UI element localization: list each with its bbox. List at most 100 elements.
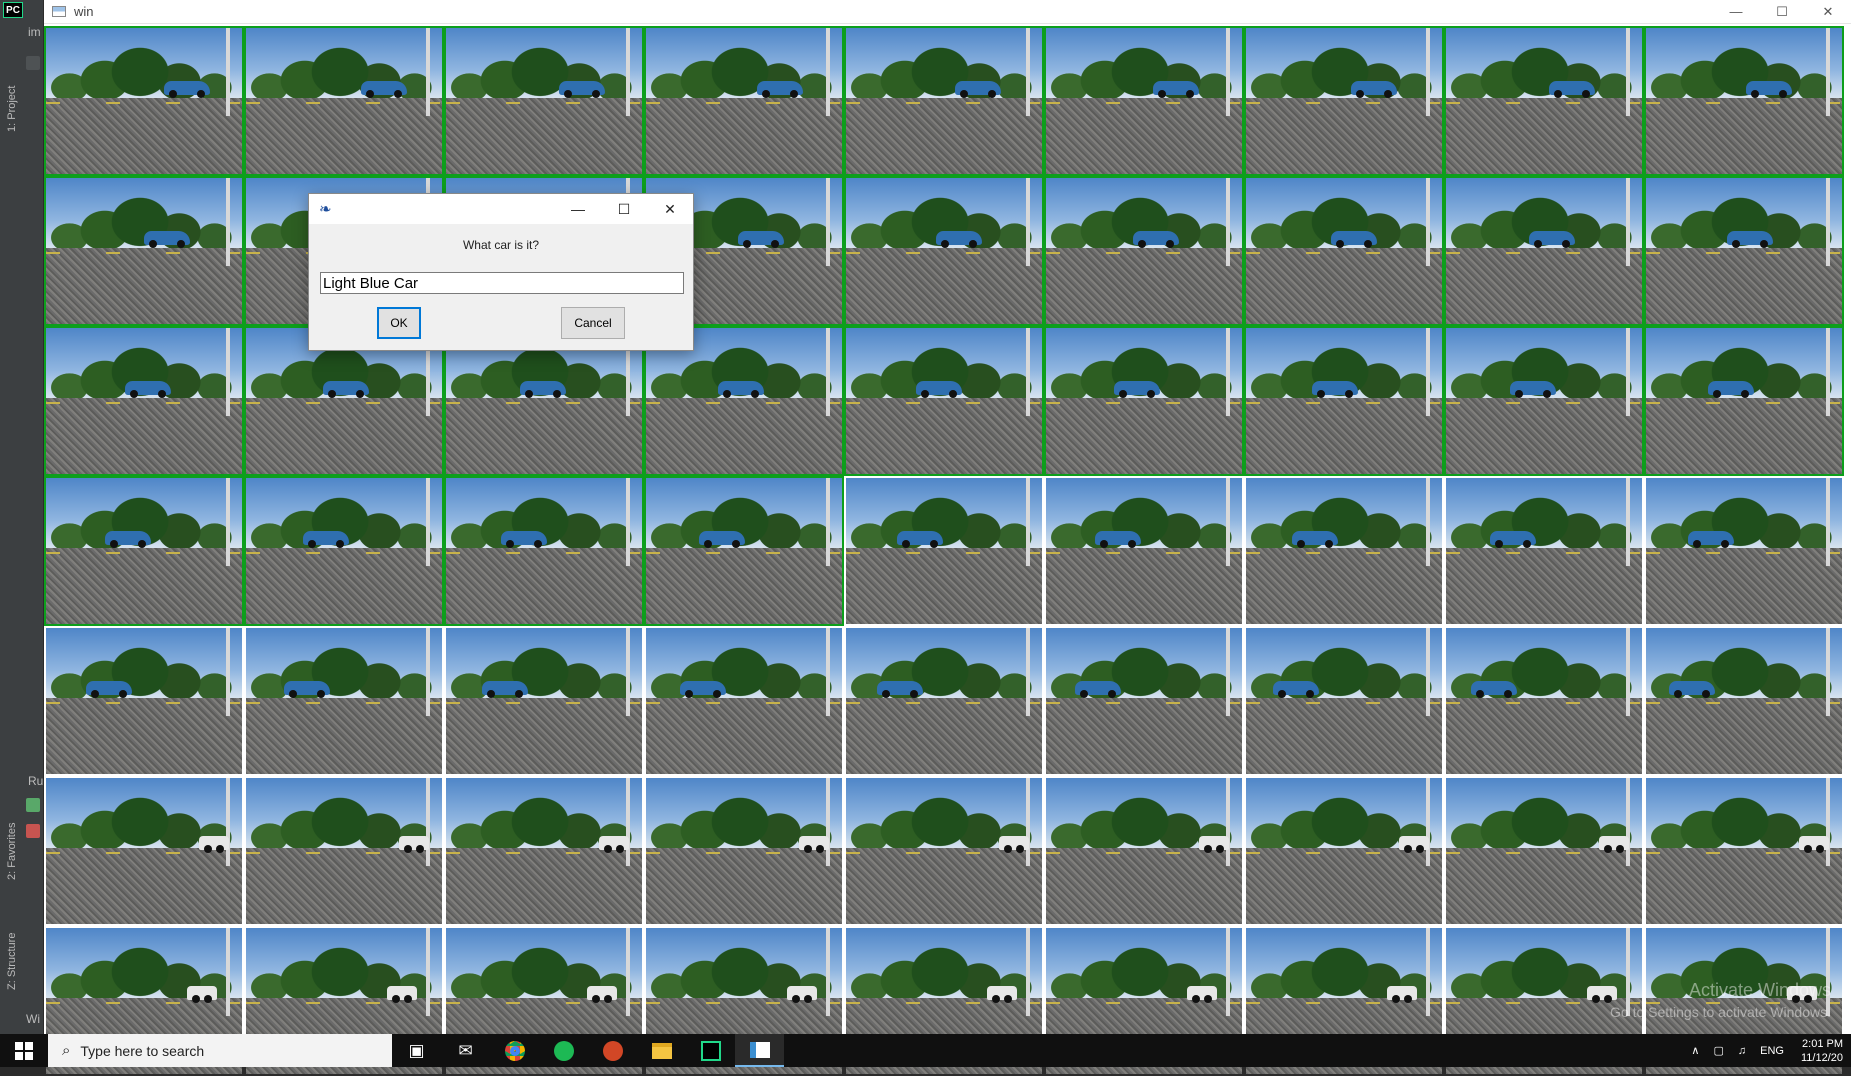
- task-view-icon[interactable]: ▣: [392, 1034, 441, 1067]
- frame-tile[interactable]: [1044, 176, 1244, 326]
- mail-icon[interactable]: ✉: [441, 1034, 490, 1067]
- frame-tile[interactable]: [244, 26, 444, 176]
- cancel-button[interactable]: Cancel: [561, 307, 625, 339]
- dialog-close-button[interactable]: ✕: [647, 194, 693, 224]
- frame-tile[interactable]: [244, 476, 444, 626]
- frame-tile[interactable]: [44, 476, 244, 626]
- frame-tile[interactable]: [844, 776, 1044, 926]
- frame-road: [846, 848, 1042, 924]
- network-icon[interactable]: ▢: [1713, 1044, 1723, 1057]
- start-button[interactable]: [0, 1034, 48, 1067]
- frame-tile[interactable]: [844, 176, 1044, 326]
- frame-tile[interactable]: [1244, 176, 1444, 326]
- frame-road: [1646, 698, 1842, 774]
- frame-tile[interactable]: [1044, 476, 1244, 626]
- tray-chevron-icon[interactable]: ∧: [1691, 1044, 1699, 1057]
- ide-stop-icon[interactable]: [26, 824, 40, 838]
- frame-tile[interactable]: [1644, 626, 1844, 776]
- frame-tile[interactable]: [1044, 26, 1244, 176]
- frame-tile[interactable]: [644, 476, 844, 626]
- frame-tile[interactable]: [444, 26, 644, 176]
- frame-tile[interactable]: [1244, 776, 1444, 926]
- ok-button[interactable]: OK: [377, 307, 421, 339]
- frame-tile[interactable]: [244, 626, 444, 776]
- ide-file-label: im: [28, 25, 41, 39]
- frame-tile[interactable]: [1244, 326, 1444, 476]
- frame-line: [246, 702, 442, 704]
- frame-pole: [1626, 178, 1630, 266]
- frame-tile[interactable]: [1644, 476, 1844, 626]
- window-titlebar[interactable]: win — ☐ ✕: [44, 0, 1851, 24]
- frame-tile[interactable]: [44, 326, 244, 476]
- pycharm-logo-icon[interactable]: PC: [3, 2, 23, 18]
- frame-tile[interactable]: [1044, 626, 1244, 776]
- frame-tile[interactable]: [1444, 26, 1644, 176]
- python-window-taskbar-icon[interactable]: [735, 1034, 784, 1067]
- ide-project-button[interactable]: [26, 56, 40, 70]
- frame-tile[interactable]: [1644, 326, 1844, 476]
- frame-line: [246, 552, 442, 554]
- frame-tile[interactable]: [1444, 626, 1644, 776]
- pycharm-taskbar-icon[interactable]: [686, 1034, 735, 1067]
- frame-tile[interactable]: [844, 626, 1044, 776]
- frame-tile[interactable]: [1444, 326, 1644, 476]
- frame-tile[interactable]: [1244, 626, 1444, 776]
- dialog-titlebar[interactable]: ❧ — ☐ ✕: [309, 194, 693, 224]
- frame-tile[interactable]: [1644, 776, 1844, 926]
- frame-tile[interactable]: [44, 176, 244, 326]
- car-name-input[interactable]: [320, 272, 684, 294]
- frame-tile[interactable]: [1444, 176, 1644, 326]
- window-minimize-button[interactable]: —: [1713, 0, 1759, 24]
- dialog-maximize-button[interactable]: ☐: [601, 194, 647, 224]
- frame-road: [1646, 98, 1842, 174]
- frame-tile[interactable]: [844, 26, 1044, 176]
- frame-tile[interactable]: [44, 26, 244, 176]
- frame-road: [1246, 548, 1442, 624]
- ide-tab-project[interactable]: 1: Project: [2, 60, 22, 132]
- frame-tile[interactable]: [1444, 776, 1644, 926]
- window-close-button[interactable]: ✕: [1805, 0, 1851, 24]
- frame-tile[interactable]: [444, 476, 644, 626]
- volume-icon[interactable]: ♫: [1738, 1045, 1746, 1057]
- frame-tile[interactable]: [644, 626, 844, 776]
- feather-icon: ❧: [319, 200, 337, 218]
- dialog-minimize-button[interactable]: —: [555, 194, 601, 224]
- powerpoint-icon[interactable]: [588, 1034, 637, 1067]
- frame-tile[interactable]: [1044, 326, 1244, 476]
- frame-road: [1246, 98, 1442, 174]
- frame-tile[interactable]: [844, 476, 1044, 626]
- language-indicator[interactable]: ENG: [1760, 1045, 1784, 1057]
- frame-tile[interactable]: [444, 776, 644, 926]
- taskbar-clock[interactable]: 2:01 PM 11/12/20: [1801, 1037, 1843, 1065]
- frame-line: [1246, 852, 1442, 854]
- window-maximize-button[interactable]: ☐: [1759, 0, 1805, 24]
- frame-tile[interactable]: [444, 626, 644, 776]
- frame-tile[interactable]: [1044, 776, 1244, 926]
- frame-tile[interactable]: [644, 776, 844, 926]
- frame-pole: [226, 628, 230, 716]
- frame-tile[interactable]: [1444, 476, 1644, 626]
- frame-road: [1246, 848, 1442, 924]
- frame-trees: [246, 640, 442, 698]
- frame-pole: [1426, 628, 1430, 716]
- frame-tile[interactable]: [844, 326, 1044, 476]
- ide-tab-structure[interactable]: Z: Structure: [2, 900, 22, 990]
- chrome-icon[interactable]: [490, 1034, 539, 1067]
- frame-tile[interactable]: [1644, 26, 1844, 176]
- frame-tile[interactable]: [44, 776, 244, 926]
- frame-line: [246, 402, 442, 404]
- file-explorer-icon[interactable]: [637, 1034, 686, 1067]
- frame-tile[interactable]: [1244, 476, 1444, 626]
- frame-tile[interactable]: [644, 26, 844, 176]
- frame-pole: [826, 928, 830, 1016]
- frame-tile[interactable]: [1244, 26, 1444, 176]
- taskbar-search[interactable]: ⌕ Type here to search: [48, 1034, 392, 1067]
- frame-tile[interactable]: [1644, 176, 1844, 326]
- ide-tab-favorites[interactable]: 2: Favorites: [2, 800, 22, 880]
- frame-tile[interactable]: [244, 776, 444, 926]
- frame-tile[interactable]: [44, 626, 244, 776]
- frame-road: [246, 698, 442, 774]
- spotify-icon[interactable]: [539, 1034, 588, 1067]
- ide-rerun-icon[interactable]: [26, 798, 40, 812]
- blue-car: [1273, 681, 1319, 695]
